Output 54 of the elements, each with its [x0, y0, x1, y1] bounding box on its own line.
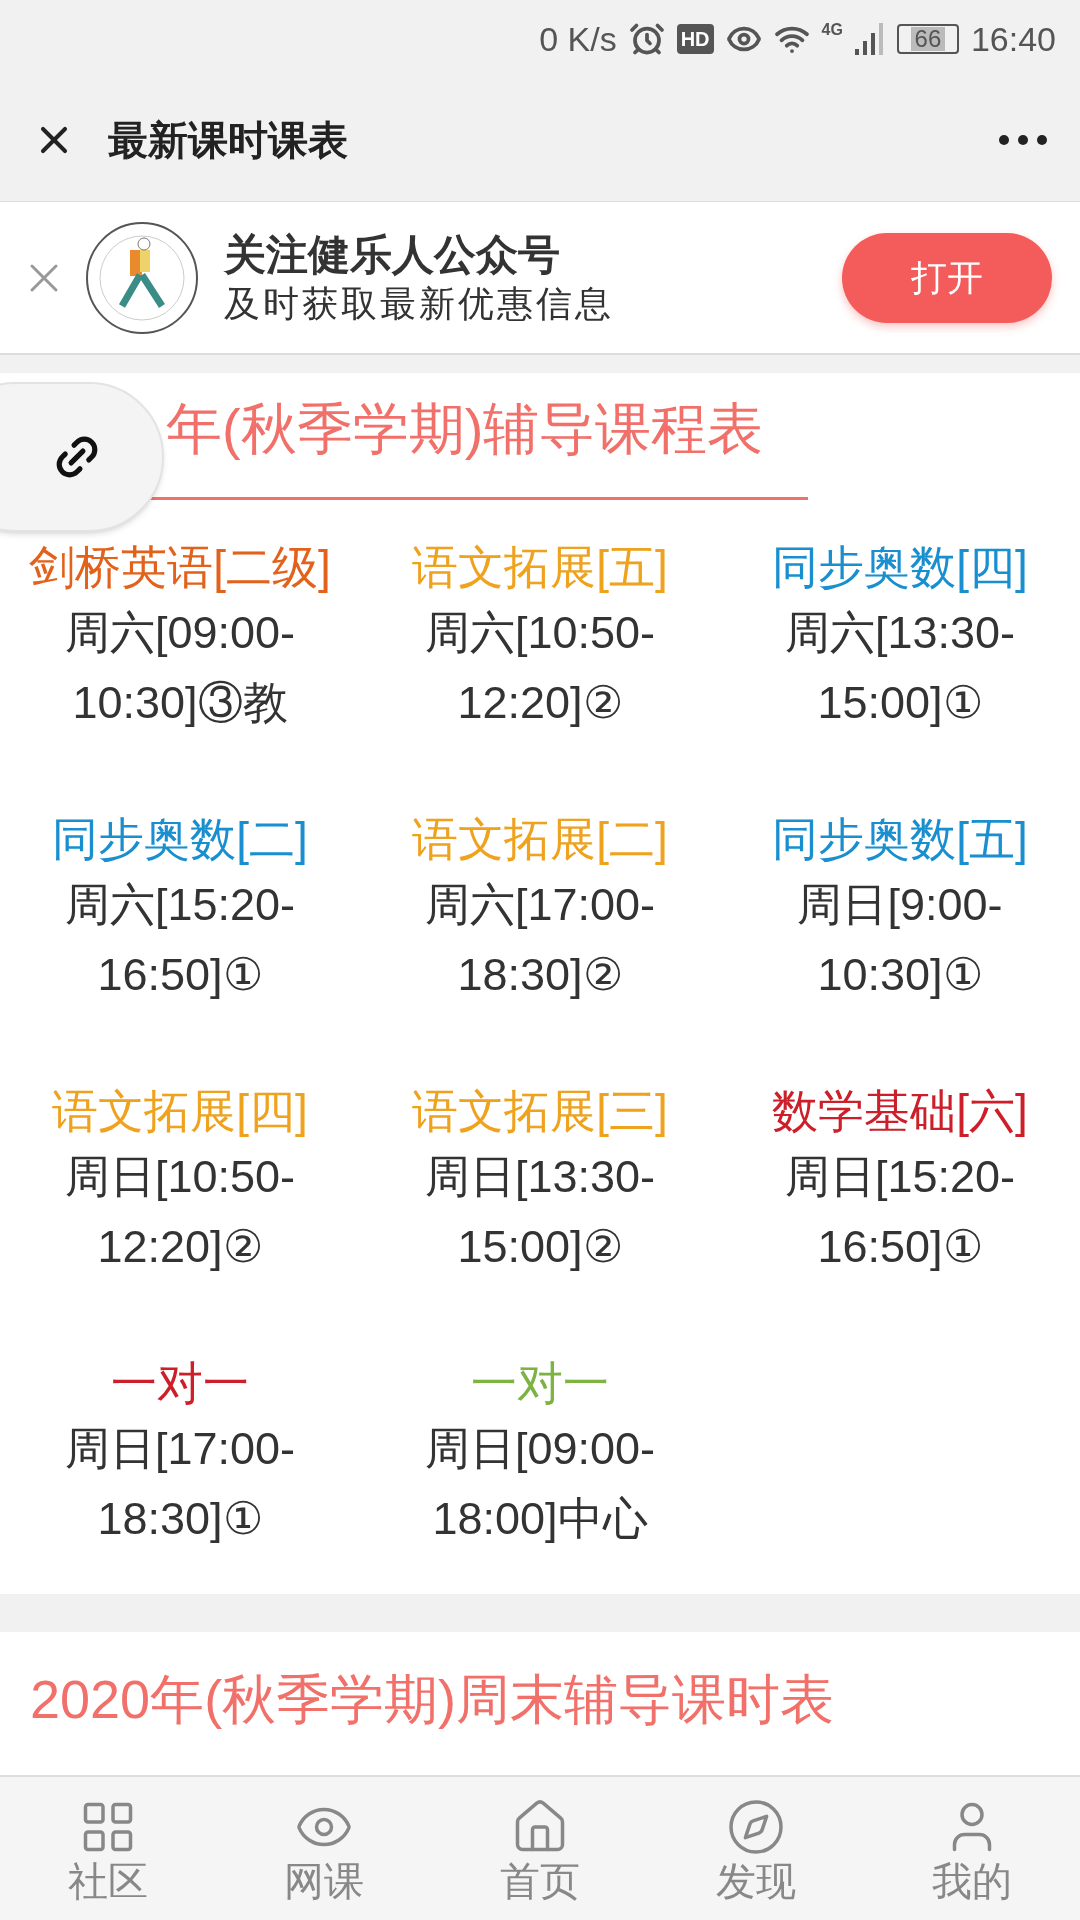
course-time: 15:00]① [817, 676, 983, 730]
course-time: 18:00]中心 [432, 1492, 648, 1546]
more-icon [999, 134, 1047, 145]
nav-tab[interactable]: 我的 [864, 1777, 1080, 1920]
course-time: 周日[15:20- [784, 1150, 1016, 1204]
banner-subtitle: 及时获取最新优惠信息 [224, 282, 614, 327]
course-time: 周日[9:00- [797, 878, 1003, 932]
banner-title: 关注健乐人公众号 [224, 229, 561, 280]
course-time: 18:30]② [457, 948, 623, 1002]
course-name: 剑桥英语[二级] [29, 540, 331, 595]
section-heading: 2020年(秋季学期)周末辅导课时表 [30, 1669, 835, 1729]
battery-level: 66 [910, 27, 946, 51]
link-button[interactable] [0, 382, 164, 532]
course-time: 周六[10:50- [424, 606, 656, 660]
course-name: 同步奥数[二] [52, 812, 308, 867]
course-time: 15:00]② [457, 1220, 623, 1274]
nav-tab[interactable]: 网课 [216, 1777, 432, 1920]
alarm-icon [628, 21, 665, 57]
course-name: 数学基础[六] [772, 1084, 1028, 1139]
course-name: 一对一 [111, 1356, 249, 1411]
network-speed: 0 K/s [539, 18, 617, 60]
section-heading: 年(秋季学期)辅导课程表 [166, 397, 764, 460]
page-title: 最新课时课表 [108, 116, 348, 164]
logo-icon [84, 219, 200, 336]
course-name: 同步奥数[四] [772, 540, 1028, 595]
course-time: 周日[17:00- [64, 1422, 296, 1476]
course-time: 16:50]① [817, 1220, 983, 1274]
course-name: 语文拓展[二] [412, 812, 668, 867]
course-name: 语文拓展[四] [52, 1084, 308, 1139]
course-name: 语文拓展[五] [412, 540, 668, 595]
course-time: 18:30]① [97, 1492, 263, 1546]
course-name: 一对一 [471, 1356, 609, 1411]
nav-tab[interactable]: 发现 [648, 1777, 864, 1920]
course-time: 周日[10:50- [64, 1150, 296, 1204]
course-time: 16:50]① [97, 948, 263, 1002]
course-time: 周六[09:00- [64, 606, 296, 660]
signal-icon [854, 23, 885, 55]
course-time: 周六[17:00- [424, 878, 656, 932]
hd-icon: HD [676, 24, 714, 54]
course-time: 周六[15:20- [64, 878, 296, 932]
course-time: 12:20]② [457, 676, 623, 730]
course-name: 语文拓展[三] [412, 1084, 668, 1139]
nav-tab[interactable]: 社区 [0, 1777, 216, 1920]
course-name: 同步奥数[五] [772, 812, 1028, 867]
course-time: 10:30]① [817, 948, 983, 1002]
course-time: 10:30]③教 [72, 676, 288, 730]
course-time: 周日[09:00- [424, 1422, 656, 1476]
course-time: 周六[13:30- [784, 606, 1016, 660]
open-button[interactable]: 打开 [842, 232, 1052, 323]
clock: 16:40 [970, 18, 1056, 60]
network-type: 4G [821, 20, 843, 40]
course-time: 周日[13:30- [424, 1150, 656, 1204]
nav-tab[interactable]: 首页 [432, 1777, 648, 1920]
course-time: 12:20]② [97, 1220, 263, 1274]
